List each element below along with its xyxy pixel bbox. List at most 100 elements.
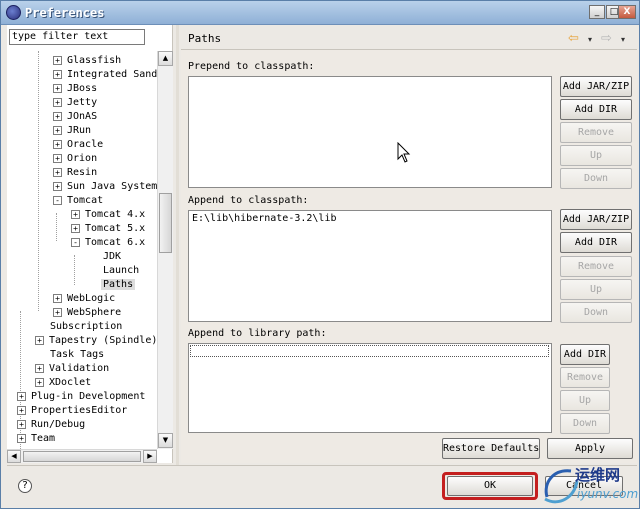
library-down-button[interactable]: Down: [560, 413, 610, 434]
tree-item-task-tags[interactable]: Task Tags: [50, 348, 104, 362]
append-add-dir-button[interactable]: Add DIR: [560, 232, 632, 253]
tree-item-jonas[interactable]: + JOnAS: [53, 110, 97, 124]
apply-button[interactable]: Apply: [547, 438, 633, 459]
prepend-add-jar-zip-button[interactable]: Add JAR/ZIP: [560, 76, 632, 97]
tree-item-label: Sun Java System: [67, 181, 157, 192]
tree-item-jdk[interactable]: JDK: [103, 250, 121, 264]
tree-expander[interactable]: +: [53, 112, 62, 121]
append-remove-button[interactable]: Remove: [560, 256, 632, 277]
tree-expander[interactable]: +: [53, 182, 62, 191]
tree-expander[interactable]: +: [17, 392, 26, 401]
tree-item-label: PropertiesEditor: [31, 405, 128, 416]
tree-item-tapestry[interactable]: + Tapestry (Spindle): [35, 334, 157, 348]
tree-item-tomcat-6x[interactable]: - Tomcat 6.x: [71, 236, 145, 250]
tree-item-team[interactable]: + Team: [17, 432, 55, 446]
back-history-dropdown-icon[interactable]: ▾: [588, 35, 592, 44]
append-add-jar-zip-button[interactable]: Add JAR/ZIP: [560, 209, 632, 230]
tree-item-launch[interactable]: Launch: [103, 264, 139, 278]
tree-item-sun-java-system[interactable]: + Sun Java System: [53, 180, 157, 194]
tree-item-weblogic[interactable]: + WebLogic: [53, 292, 115, 306]
scroll-up-arrow-icon[interactable]: ▲: [158, 51, 173, 66]
library-path-list[interactable]: [188, 343, 552, 433]
tree-expander[interactable]: -: [53, 196, 62, 205]
tree-item-label: Run/Debug: [31, 419, 86, 430]
prepend-up-button[interactable]: Up: [560, 145, 632, 166]
ok-highlight-frame: [442, 472, 538, 500]
panel-splitter[interactable]: [176, 25, 179, 465]
tree-item-label: Jetty: [67, 97, 98, 108]
tree-expander[interactable]: +: [17, 434, 26, 443]
tree-expander[interactable]: +: [53, 140, 62, 149]
tree-horizontal-scrollbar[interactable]: ◀ ▶: [7, 449, 157, 463]
tree-item-paths[interactable]: Paths: [101, 278, 136, 292]
tree-item-xdoclet[interactable]: + XDoclet: [35, 376, 91, 390]
tree-expander[interactable]: -: [71, 238, 80, 247]
tree-expander[interactable]: +: [17, 406, 26, 415]
tree-item-tomcat[interactable]: - Tomcat: [53, 194, 103, 208]
scrollbar-thumb[interactable]: [23, 451, 141, 462]
tree-expander[interactable]: +: [53, 126, 62, 135]
prepend-classpath-list[interactable]: [188, 76, 552, 188]
library-add-dir-button[interactable]: Add DIR: [560, 344, 610, 365]
prepend-remove-button[interactable]: Remove: [560, 122, 632, 143]
append-up-button[interactable]: Up: [560, 279, 632, 300]
tree-item-tomcat-4x[interactable]: + Tomcat 4.x: [71, 208, 145, 222]
scrollbar-thumb[interactable]: [159, 193, 172, 253]
tree-item-jrun[interactable]: + JRun: [53, 124, 91, 138]
append-classpath-list[interactable]: E:\lib\hibernate-3.2\lib: [188, 210, 552, 322]
tree-item-oracle[interactable]: + Oracle: [53, 138, 103, 152]
tree-vertical-scrollbar[interactable]: ▲ ▼: [157, 51, 173, 449]
tree-expander[interactable]: +: [53, 56, 62, 65]
tree-item-validation[interactable]: + Validation: [35, 362, 109, 376]
prepend-add-dir-button[interactable]: Add DIR: [560, 99, 632, 120]
tree-item-resin[interactable]: + Resin: [53, 166, 97, 180]
library-remove-button[interactable]: Remove: [560, 367, 610, 388]
tree-expander[interactable]: +: [53, 294, 62, 303]
tree-item-plugin-development[interactable]: + Plug-in Development: [17, 390, 145, 404]
list-item[interactable]: E:\lib\hibernate-3.2\lib: [192, 213, 337, 224]
tree-expander[interactable]: +: [53, 98, 62, 107]
tree-expander[interactable]: +: [53, 84, 62, 93]
tree-item-tomcat-5x[interactable]: + Tomcat 5.x: [71, 222, 145, 236]
tree-connector: [56, 213, 57, 241]
tree-item-websphere[interactable]: + WebSphere: [53, 306, 121, 320]
prepend-down-button[interactable]: Down: [560, 168, 632, 189]
tree-item-integrated-sandbox[interactable]: + Integrated Sandb: [53, 68, 157, 82]
tree-item-label: Tomcat 6.x: [85, 237, 146, 248]
append-down-button[interactable]: Down: [560, 302, 632, 323]
tree-item-orion[interactable]: + Orion: [53, 152, 97, 166]
scroll-left-arrow-icon[interactable]: ◀: [7, 450, 21, 463]
forward-history-dropdown-icon[interactable]: ▾: [621, 35, 625, 44]
tree-item-jboss[interactable]: + JBoss: [53, 82, 97, 96]
close-button[interactable]: X: [618, 5, 636, 19]
tree-expander[interactable]: +: [53, 154, 62, 163]
tree-item-glassfish[interactable]: + Glassfish: [53, 54, 121, 68]
help-icon[interactable]: ?: [18, 479, 32, 493]
tree-item-properties-editor[interactable]: + PropertiesEditor: [17, 404, 127, 418]
tree-expander[interactable]: +: [17, 420, 26, 429]
tree-expander[interactable]: +: [53, 308, 62, 317]
tree-expander[interactable]: +: [71, 224, 80, 233]
tree-item-label: Orion: [67, 153, 98, 164]
scroll-right-arrow-icon[interactable]: ▶: [143, 450, 157, 463]
tree-expander[interactable]: +: [71, 210, 80, 219]
tree-expander[interactable]: +: [35, 364, 44, 373]
tree-item-run-debug[interactable]: + Run/Debug: [17, 418, 85, 432]
title-bar[interactable]: Preferences _ □: [1, 1, 639, 25]
tree-item-subscription[interactable]: Subscription: [50, 320, 122, 334]
restore-defaults-button[interactable]: Restore Defaults: [442, 438, 540, 459]
tree-expander[interactable]: +: [35, 336, 44, 345]
scroll-down-arrow-icon[interactable]: ▼: [158, 433, 173, 448]
append-classpath-label: Append to classpath:: [188, 195, 309, 206]
tree-expander[interactable]: +: [53, 70, 62, 79]
library-up-button[interactable]: Up: [560, 390, 610, 411]
tree-item-jetty[interactable]: + Jetty: [53, 96, 97, 110]
forward-arrow-icon[interactable]: ⇨: [601, 31, 612, 46]
back-arrow-icon[interactable]: ⇦: [568, 31, 579, 46]
tree-expander[interactable]: +: [35, 378, 44, 387]
tree-item-label: JOnAS: [67, 111, 98, 122]
tree-expander[interactable]: +: [53, 168, 62, 177]
preference-tree: + Glassfish + Integrated Sandb + JBoss +…: [7, 51, 157, 449]
minimize-button[interactable]: _: [589, 5, 605, 19]
filter-input[interactable]: type filter text: [9, 29, 145, 45]
